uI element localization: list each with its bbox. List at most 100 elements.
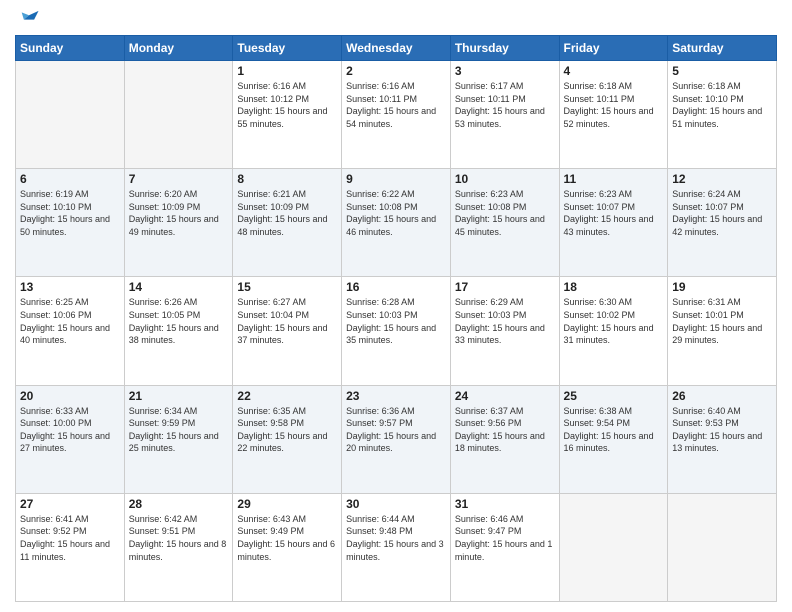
day-info: Sunrise: 6:25 AMSunset: 10:06 PMDaylight… bbox=[20, 296, 120, 346]
day-number: 3 bbox=[455, 64, 555, 78]
calendar-cell: 20 Sunrise: 6:33 AMSunset: 10:00 PMDaylig… bbox=[16, 385, 125, 493]
day-number: 4 bbox=[564, 64, 664, 78]
calendar-cell: 16 Sunrise: 6:28 AMSunset: 10:03 PMDaylig… bbox=[342, 277, 451, 385]
weekday-header: Thursday bbox=[450, 36, 559, 61]
day-number: 17 bbox=[455, 280, 555, 294]
weekday-header: Tuesday bbox=[233, 36, 342, 61]
day-number: 28 bbox=[129, 497, 229, 511]
calendar-cell: 24 Sunrise: 6:37 AMSunset: 9:56 PMDayligh… bbox=[450, 385, 559, 493]
day-number: 22 bbox=[237, 389, 337, 403]
header bbox=[15, 10, 777, 27]
calendar-cell: 25Sunrise: 6:38 AMSunset: 9:54 PMDayligh… bbox=[559, 385, 668, 493]
day-info: Sunrise: 6:42 AMSunset: 9:51 PMDaylight:… bbox=[129, 513, 229, 563]
day-number: 16 bbox=[346, 280, 446, 294]
calendar-cell bbox=[16, 61, 125, 169]
calendar-cell: 11 Sunrise: 6:23 AMSunset: 10:07 PMDaylig… bbox=[559, 169, 668, 277]
day-number: 18 bbox=[564, 280, 664, 294]
calendar-cell: 7 Sunrise: 6:20 AMSunset: 10:09 PMDayligh… bbox=[124, 169, 233, 277]
day-info: Sunrise: 6:22 AMSunset: 10:08 PMDaylight… bbox=[346, 188, 446, 238]
calendar-cell: 14Sunrise: 6:26 AMSunset: 10:05 PMDaylig… bbox=[124, 277, 233, 385]
day-number: 26 bbox=[672, 389, 772, 403]
day-number: 15 bbox=[237, 280, 337, 294]
day-number: 12 bbox=[672, 172, 772, 186]
calendar-cell: 6 Sunrise: 6:19 AMSunset: 10:10 PMDayligh… bbox=[16, 169, 125, 277]
calendar-cell: 2Sunrise: 6:16 AMSunset: 10:11 PMDayligh… bbox=[342, 61, 451, 169]
calendar-cell: 12 Sunrise: 6:24 AMSunset: 10:07 PMDaylig… bbox=[668, 169, 777, 277]
day-info: Sunrise: 6:34 AMSunset: 9:59 PMDaylight:… bbox=[129, 405, 229, 455]
day-info: Sunrise: 6:18 AMSunset: 10:10 PMDaylight… bbox=[672, 80, 772, 130]
day-info: Sunrise: 6:16 AMSunset: 10:12 PMDaylight… bbox=[237, 80, 337, 130]
calendar: SundayMondayTuesdayWednesdayThursdayFrid… bbox=[15, 35, 777, 602]
calendar-cell bbox=[559, 493, 668, 601]
day-number: 8 bbox=[237, 172, 337, 186]
day-number: 2 bbox=[346, 64, 446, 78]
day-number: 27 bbox=[20, 497, 120, 511]
calendar-week-row: 27 Sunrise: 6:41 AMSunset: 9:52 PMDayligh… bbox=[16, 493, 777, 601]
day-number: 30 bbox=[346, 497, 446, 511]
calendar-cell: 31 Sunrise: 6:46 AMSunset: 9:47 PMDayligh… bbox=[450, 493, 559, 601]
calendar-week-row: 1 Sunrise: 6:16 AMSunset: 10:12 PMDayligh… bbox=[16, 61, 777, 169]
day-info: Sunrise: 6:40 AMSunset: 9:53 PMDaylight:… bbox=[672, 405, 772, 455]
day-info: Sunrise: 6:23 AMSunset: 10:07 PMDaylight… bbox=[564, 188, 664, 238]
calendar-cell: 10 Sunrise: 6:23 AMSunset: 10:08 PMDaylig… bbox=[450, 169, 559, 277]
weekday-header: Saturday bbox=[668, 36, 777, 61]
calendar-cell: 4 Sunrise: 6:18 AMSunset: 10:11 PMDayligh… bbox=[559, 61, 668, 169]
day-info: Sunrise: 6:43 AMSunset: 9:49 PMDaylight:… bbox=[237, 513, 337, 563]
day-info: Sunrise: 6:37 AMSunset: 9:56 PMDaylight:… bbox=[455, 405, 555, 455]
calendar-cell: 22Sunrise: 6:35 AMSunset: 9:58 PMDayligh… bbox=[233, 385, 342, 493]
weekday-header: Monday bbox=[124, 36, 233, 61]
calendar-cell: 18 Sunrise: 6:30 AMSunset: 10:02 PMDaylig… bbox=[559, 277, 668, 385]
calendar-cell: 27 Sunrise: 6:41 AMSunset: 9:52 PMDayligh… bbox=[16, 493, 125, 601]
day-info: Sunrise: 6:24 AMSunset: 10:07 PMDaylight… bbox=[672, 188, 772, 238]
calendar-header-row: SundayMondayTuesdayWednesdayThursdayFrid… bbox=[16, 36, 777, 61]
day-number: 19 bbox=[672, 280, 772, 294]
page: SundayMondayTuesdayWednesdayThursdayFrid… bbox=[0, 0, 792, 612]
day-number: 1 bbox=[237, 64, 337, 78]
day-number: 25 bbox=[564, 389, 664, 403]
day-number: 14 bbox=[129, 280, 229, 294]
calendar-cell: 30Sunrise: 6:44 AMSunset: 9:48 PMDayligh… bbox=[342, 493, 451, 601]
calendar-cell: 8 Sunrise: 6:21 AMSunset: 10:09 PMDayligh… bbox=[233, 169, 342, 277]
day-info: Sunrise: 6:18 AMSunset: 10:11 PMDaylight… bbox=[564, 80, 664, 130]
day-info: Sunrise: 6:41 AMSunset: 9:52 PMDaylight:… bbox=[20, 513, 120, 563]
day-number: 24 bbox=[455, 389, 555, 403]
calendar-cell: 23Sunrise: 6:36 AMSunset: 9:57 PMDayligh… bbox=[342, 385, 451, 493]
day-number: 31 bbox=[455, 497, 555, 511]
day-info: Sunrise: 6:33 AMSunset: 10:00 PMDaylight… bbox=[20, 405, 120, 455]
day-info: Sunrise: 6:23 AMSunset: 10:08 PMDaylight… bbox=[455, 188, 555, 238]
logo-icon bbox=[18, 5, 40, 27]
calendar-week-row: 6 Sunrise: 6:19 AMSunset: 10:10 PMDayligh… bbox=[16, 169, 777, 277]
day-info: Sunrise: 6:29 AMSunset: 10:03 PMDaylight… bbox=[455, 296, 555, 346]
day-number: 10 bbox=[455, 172, 555, 186]
calendar-cell: 28 Sunrise: 6:42 AMSunset: 9:51 PMDayligh… bbox=[124, 493, 233, 601]
calendar-cell: 29Sunrise: 6:43 AMSunset: 9:49 PMDayligh… bbox=[233, 493, 342, 601]
day-info: Sunrise: 6:46 AMSunset: 9:47 PMDaylight:… bbox=[455, 513, 555, 563]
day-number: 9 bbox=[346, 172, 446, 186]
day-info: Sunrise: 6:36 AMSunset: 9:57 PMDaylight:… bbox=[346, 405, 446, 455]
day-number: 5 bbox=[672, 64, 772, 78]
calendar-cell bbox=[124, 61, 233, 169]
day-number: 20 bbox=[20, 389, 120, 403]
day-info: Sunrise: 6:19 AMSunset: 10:10 PMDaylight… bbox=[20, 188, 120, 238]
day-number: 13 bbox=[20, 280, 120, 294]
weekday-header: Wednesday bbox=[342, 36, 451, 61]
day-number: 11 bbox=[564, 172, 664, 186]
logo bbox=[15, 10, 40, 27]
day-info: Sunrise: 6:27 AMSunset: 10:04 PMDaylight… bbox=[237, 296, 337, 346]
day-info: Sunrise: 6:21 AMSunset: 10:09 PMDaylight… bbox=[237, 188, 337, 238]
calendar-cell: 15 Sunrise: 6:27 AMSunset: 10:04 PMDaylig… bbox=[233, 277, 342, 385]
day-info: Sunrise: 6:30 AMSunset: 10:02 PMDaylight… bbox=[564, 296, 664, 346]
calendar-cell: 19 Sunrise: 6:31 AMSunset: 10:01 PMDaylig… bbox=[668, 277, 777, 385]
weekday-header: Friday bbox=[559, 36, 668, 61]
day-number: 6 bbox=[20, 172, 120, 186]
calendar-cell: 13 Sunrise: 6:25 AMSunset: 10:06 PMDaylig… bbox=[16, 277, 125, 385]
calendar-cell: 3 Sunrise: 6:17 AMSunset: 10:11 PMDayligh… bbox=[450, 61, 559, 169]
calendar-cell: 17 Sunrise: 6:29 AMSunset: 10:03 PMDaylig… bbox=[450, 277, 559, 385]
calendar-cell: 9 Sunrise: 6:22 AMSunset: 10:08 PMDayligh… bbox=[342, 169, 451, 277]
calendar-cell: 26 Sunrise: 6:40 AMSunset: 9:53 PMDayligh… bbox=[668, 385, 777, 493]
day-info: Sunrise: 6:17 AMSunset: 10:11 PMDaylight… bbox=[455, 80, 555, 130]
day-info: Sunrise: 6:20 AMSunset: 10:09 PMDaylight… bbox=[129, 188, 229, 238]
day-info: Sunrise: 6:31 AMSunset: 10:01 PMDaylight… bbox=[672, 296, 772, 346]
day-info: Sunrise: 6:28 AMSunset: 10:03 PMDaylight… bbox=[346, 296, 446, 346]
day-number: 7 bbox=[129, 172, 229, 186]
